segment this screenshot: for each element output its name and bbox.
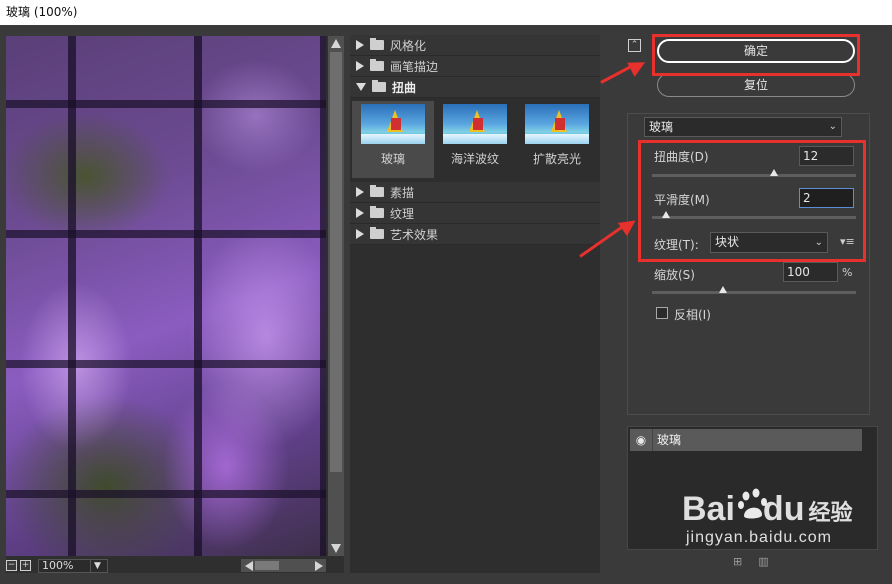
scroll-up-icon[interactable] xyxy=(331,39,341,48)
eye-icon[interactable]: ◉ xyxy=(630,433,652,447)
reset-button[interactable]: 复位 xyxy=(657,73,855,97)
scroll-right-icon[interactable] xyxy=(315,561,323,571)
filter-thumbnails: 玻璃 海洋波纹 扩散亮光 xyxy=(350,98,600,182)
filter-category-list: 风格化 画笔描边 扭曲 玻璃 海洋波纹 扩散亮光 素描 纹理 艺术效果 xyxy=(350,35,600,573)
baidu-jingyan-watermark: Bai du 经验 jingyan.baidu.com xyxy=(682,488,882,570)
triangle-right-icon xyxy=(356,40,364,50)
category-sketch[interactable]: 素描 xyxy=(350,182,600,203)
preview-horizontal-scrollbar[interactable] xyxy=(241,559,326,572)
baidu-paw-icon xyxy=(738,488,767,519)
scrollbar-thumb[interactable] xyxy=(330,52,342,472)
folder-icon xyxy=(370,206,384,218)
collapse-gallery-button[interactable]: ⌃ xyxy=(628,39,641,52)
category-distort[interactable]: 扭曲 xyxy=(350,77,600,98)
category-label: 纹理 xyxy=(390,206,415,221)
sailboat-thumbnail xyxy=(361,104,425,144)
folder-icon xyxy=(370,227,384,239)
watermark-brand-du: du xyxy=(762,490,805,528)
triangle-right-icon xyxy=(356,61,364,71)
folder-open-icon xyxy=(372,80,386,92)
zoom-value: 100% xyxy=(42,559,74,572)
scrollbar-thumb[interactable] xyxy=(255,561,279,570)
filter-thumb-diffuse-glow[interactable]: 扩散亮光 xyxy=(516,101,598,178)
scale-unit: % xyxy=(842,266,853,279)
scroll-down-icon[interactable] xyxy=(331,544,341,553)
category-artistic[interactable]: 艺术效果 xyxy=(350,224,600,245)
category-label: 素描 xyxy=(390,185,415,200)
scale-slider[interactable] xyxy=(652,291,856,294)
filter-thumb-label: 玻璃 xyxy=(380,152,405,166)
triangle-right-icon xyxy=(356,208,364,218)
zoom-in-button[interactable]: + xyxy=(20,560,31,571)
sailboat-thumbnail xyxy=(443,104,507,144)
sailboat-thumbnail xyxy=(525,104,589,144)
scale-label: 缩放(S) xyxy=(654,268,695,282)
triangle-right-icon xyxy=(356,187,364,197)
folder-icon xyxy=(370,185,384,197)
folder-icon xyxy=(370,59,384,71)
filter-select[interactable]: 玻璃 ⌄ xyxy=(644,117,842,137)
category-brush-strokes[interactable]: 画笔描边 xyxy=(350,56,600,77)
watermark-brand: Bai xyxy=(682,490,735,528)
triangle-down-icon xyxy=(356,83,366,91)
zoom-out-button[interactable]: − xyxy=(6,560,17,571)
glass-effect-overlay xyxy=(6,36,326,556)
filter-settings: 玻璃 ⌄ 扭曲度(D) 12 平滑度(M) 2 纹理(T): 块状 ⌄ ▾≡ 缩… xyxy=(627,113,870,415)
preview-footer: − + 100% ▼ xyxy=(6,558,344,573)
category-label: 风格化 xyxy=(390,38,427,53)
preview-pane: − + 100% ▼ xyxy=(6,36,344,573)
triangle-right-icon xyxy=(356,229,364,239)
scale-slider-thumb[interactable] xyxy=(719,286,728,293)
preview-image[interactable] xyxy=(6,36,326,556)
preview-vertical-scrollbar[interactable] xyxy=(328,36,344,556)
layer-name: 玻璃 xyxy=(652,429,681,451)
category-label: 画笔描边 xyxy=(390,59,439,74)
invert-label: 反相(I) xyxy=(674,308,711,322)
annotation-box-settings xyxy=(638,140,866,262)
watermark-cn: 经验 xyxy=(808,501,853,526)
watermark-url: jingyan.baidu.com xyxy=(686,529,832,546)
category-label: 艺术效果 xyxy=(390,227,439,242)
filter-thumb-glass[interactable]: 玻璃 xyxy=(352,101,434,178)
category-stylize[interactable]: 风格化 xyxy=(350,35,600,56)
filter-select-value: 玻璃 xyxy=(649,120,674,134)
effect-layer-row[interactable]: ◉ 玻璃 xyxy=(630,429,862,451)
zoom-select[interactable]: 100% ▼ xyxy=(38,558,108,573)
annotation-box-ok xyxy=(652,34,860,76)
chevron-down-icon: ▼ xyxy=(90,559,104,572)
folder-icon xyxy=(370,38,384,50)
window-title: 玻璃 (100%) xyxy=(0,0,892,25)
scroll-left-icon[interactable] xyxy=(245,561,253,571)
filter-thumb-ocean-ripple[interactable]: 海洋波纹 xyxy=(434,101,516,178)
filter-thumb-label: 海洋波纹 xyxy=(450,152,499,166)
category-texture[interactable]: 纹理 xyxy=(350,203,600,224)
chevron-down-icon: ⌄ xyxy=(828,121,837,132)
category-label: 扭曲 xyxy=(392,80,417,95)
filter-thumb-label: 扩散亮光 xyxy=(532,152,581,166)
invert-checkbox[interactable] xyxy=(656,307,668,319)
scale-input[interactable]: 100 xyxy=(783,262,838,282)
